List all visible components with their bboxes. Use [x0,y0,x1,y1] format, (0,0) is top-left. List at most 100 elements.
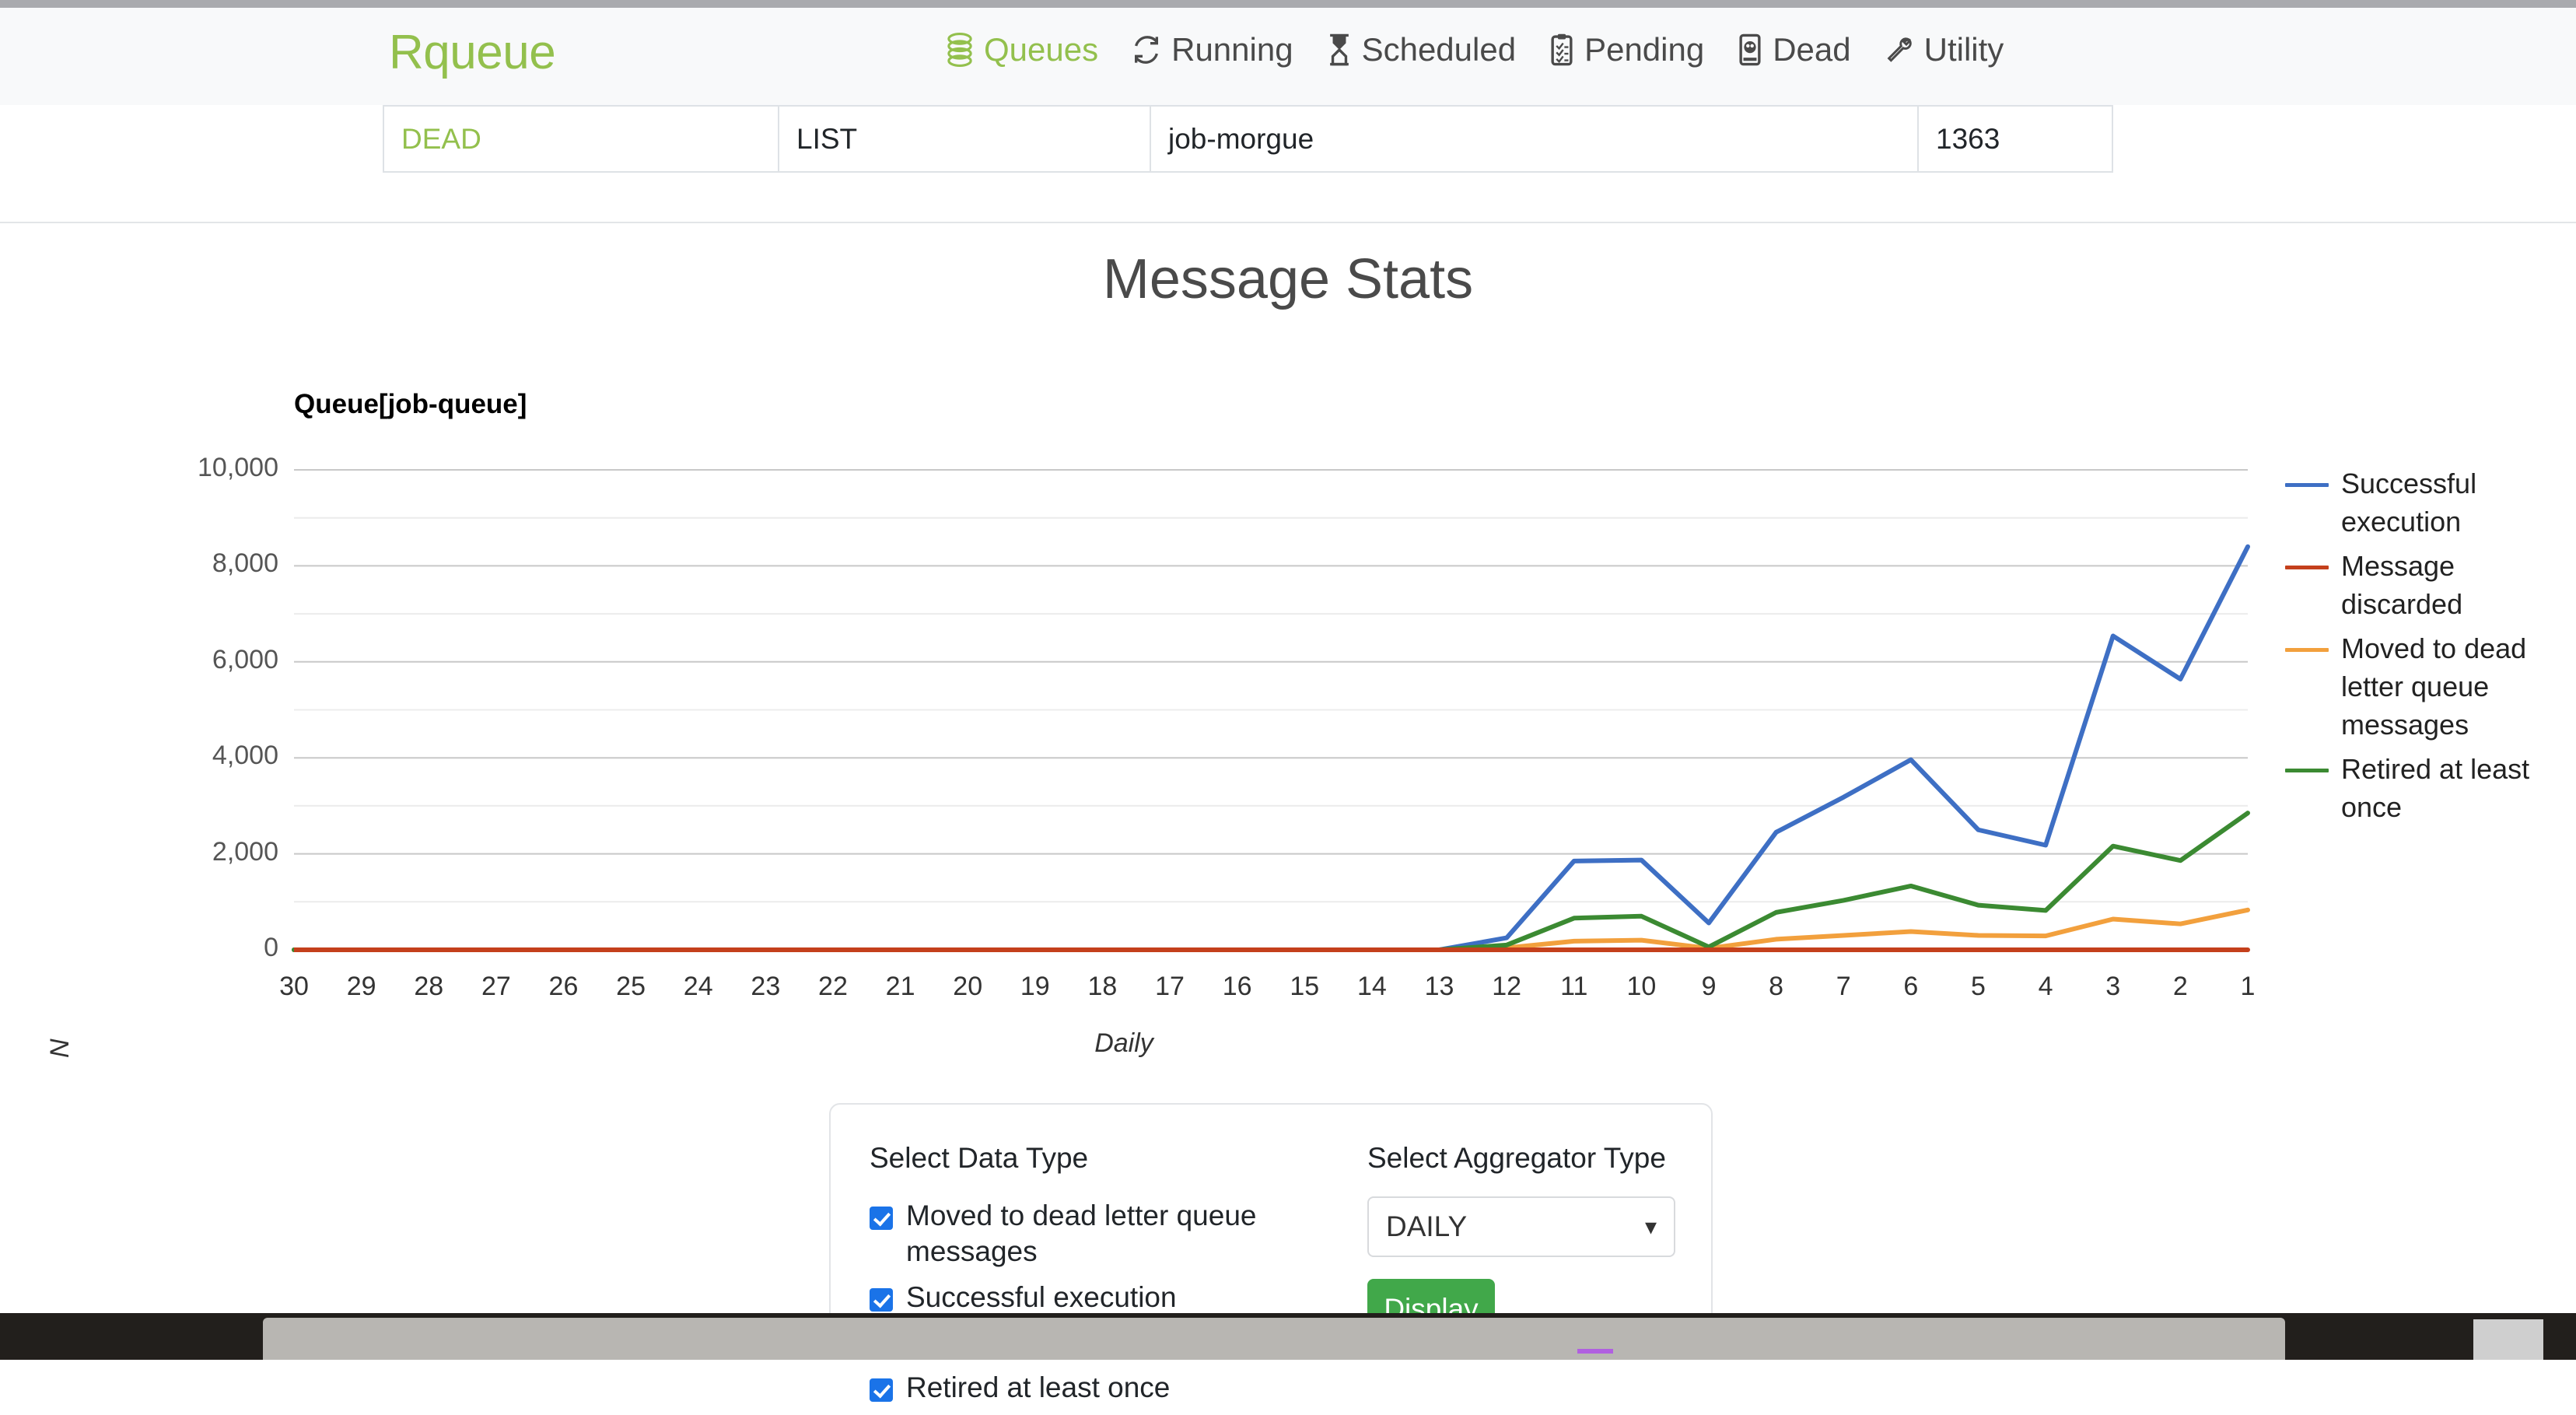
nav-item-utility[interactable]: Utility [1884,33,2004,67]
page-title: Message Stats [0,247,2576,311]
x-axis-tick-label: 28 [397,972,460,1002]
x-axis-tick-label: 22 [802,972,864,1002]
nav-item-queues[interactable]: Queues [945,33,1098,67]
horizontal-scrollbar[interactable] [0,0,2576,8]
nav-item-label: Running [1171,33,1293,66]
checkbox-label: Retired at least once [906,1370,1170,1406]
x-axis-tick-label: 12 [1475,972,1538,1002]
section-divider [0,222,2576,223]
legend-item[interactable]: Retired at least once [2285,751,2573,827]
x-axis-tick-label: 14 [1341,972,1403,1002]
data-type-label: Select Data Type [870,1142,1088,1175]
wrench-icon [1884,33,1915,67]
legend-label: Successful execution [2341,465,2568,541]
nav-item-label: Utility [1924,33,2004,66]
x-axis-tick-label: 29 [331,972,393,1002]
x-axis-tick-label: 6 [1880,972,1942,1002]
x-axis-tick-label: 26 [532,972,594,1002]
nav-item-label: Queues [984,33,1098,66]
legend-item[interactable]: Message discarded [2285,548,2573,624]
table-row[interactable]: DEAD LIST job-morgue 1363 [383,105,2113,173]
nav-item-label: Scheduled [1362,33,1517,66]
x-axis-tick-label: 27 [465,972,527,1002]
nav-item-label: Dead [1773,33,1850,66]
legend-swatch [2285,483,2329,487]
clipboard-icon [1549,33,1575,67]
legend-swatch [2285,769,2329,772]
x-axis-tick-label: 16 [1206,972,1269,1002]
y-axis-tick-label: 8,000 [84,548,278,579]
skull-icon [1737,33,1763,67]
queue-type-cell: LIST [778,107,1150,171]
legend-swatch [2285,648,2329,652]
x-axis-tick-label: 1 [2217,972,2279,1002]
data-type-checkbox-row[interactable]: Successful execution [870,1280,1305,1315]
nav-item-running[interactable]: Running [1131,33,1293,67]
aggregator-selected-value: DAILY [1386,1210,1645,1243]
checkbox-checked-icon[interactable] [870,1288,893,1312]
os-accent-marker [1577,1349,1613,1354]
legend-label: Retired at least once [2341,751,2568,827]
y-axis-tick-label: 2,000 [84,837,278,867]
checkbox-checked-icon[interactable] [870,1207,893,1230]
x-axis-tick-label: 23 [734,972,796,1002]
nav-item-pending[interactable]: Pending [1549,33,1704,67]
x-axis-tick-label: 21 [870,972,932,1002]
legend-item[interactable]: Successful execution [2285,465,2573,541]
os-taskbar [0,1313,2576,1360]
x-axis-tick-label: 2 [2149,972,2211,1002]
x-axis-tick-label: 20 [936,972,999,1002]
queue-count-cell: 1363 [1917,107,2113,171]
x-axis-tick-label: 24 [667,972,730,1002]
x-axis-tick-label: 11 [1543,972,1605,1002]
x-axis-title: Daily [0,1028,2248,1059]
aggregator-label: Select Aggregator Type [1367,1142,1666,1175]
x-axis-tick-label: 9 [1678,972,1740,1002]
os-preview-thumb[interactable] [2473,1319,2543,1360]
legend-label: Moved to dead letter queue messages [2341,630,2568,744]
checkbox-label: Moved to dead letter queue messages [906,1198,1305,1270]
y-axis-tick-label: 10,000 [84,453,278,483]
aggregator-select[interactable]: DAILY ▾ [1367,1196,1675,1257]
os-window-strip[interactable] [263,1318,2285,1360]
nav-item-scheduled[interactable]: Scheduled [1326,33,1517,67]
legend-swatch [2285,566,2329,569]
refresh-icon [1131,33,1162,67]
y-axis-tick-label: 6,000 [84,645,278,675]
nav-links: Queues Running Scheduled [945,33,2004,67]
chevron-down-icon: ▾ [1645,1214,1657,1241]
x-axis-tick-label: 17 [1139,972,1201,1002]
x-axis-tick-label: 13 [1409,972,1471,1002]
hourglass-icon [1326,33,1353,67]
message-stats-chart: Queue[job-queue] N 02,0004,0006,0008,000… [0,373,2576,1089]
y-axis-tick-label: 0 [84,933,278,963]
x-axis-tick-label: 8 [1745,972,1808,1002]
nav-item-label: Pending [1584,33,1704,66]
legend-item[interactable]: Moved to dead letter queue messages [2285,630,2573,744]
x-axis-tick-label: 3 [2082,972,2144,1002]
chart-legend: Successful executionMessage discardedMov… [2285,465,2573,833]
checkbox-checked-icon[interactable] [870,1378,893,1402]
x-axis-tick-label: 18 [1071,972,1133,1002]
x-axis-tick-label: 30 [263,972,325,1002]
x-axis-tick-label: 4 [2014,972,2077,1002]
data-type-checkbox-list: Moved to dead letter queue messages Succe… [870,1198,1305,1415]
x-axis-tick-label: 7 [1812,972,1874,1002]
queue-name-cell: job-morgue [1150,107,1917,171]
data-type-checkbox-row[interactable]: Retired at least once [870,1370,1305,1406]
stack-icon [945,33,975,67]
y-axis-tick-label: 4,000 [84,741,278,771]
checkbox-label: Successful execution [906,1280,1177,1315]
nav-item-dead[interactable]: Dead [1737,33,1850,67]
x-axis-tick-label: 10 [1610,972,1672,1002]
navbar: Rqueue Queues R [0,8,2576,105]
brand-logo[interactable]: Rqueue [389,25,555,80]
queue-table: DEAD LIST job-morgue 1363 [0,105,2576,183]
legend-label: Message discarded [2341,548,2568,624]
x-axis-tick-label: 19 [1004,972,1066,1002]
x-axis-tick-label: 15 [1273,972,1335,1002]
x-axis-tick-label: 5 [1948,972,2010,1002]
x-axis-tick-label: 25 [600,972,662,1002]
queue-status-cell: DEAD [383,107,778,171]
data-type-checkbox-row[interactable]: Moved to dead letter queue messages [870,1198,1305,1270]
